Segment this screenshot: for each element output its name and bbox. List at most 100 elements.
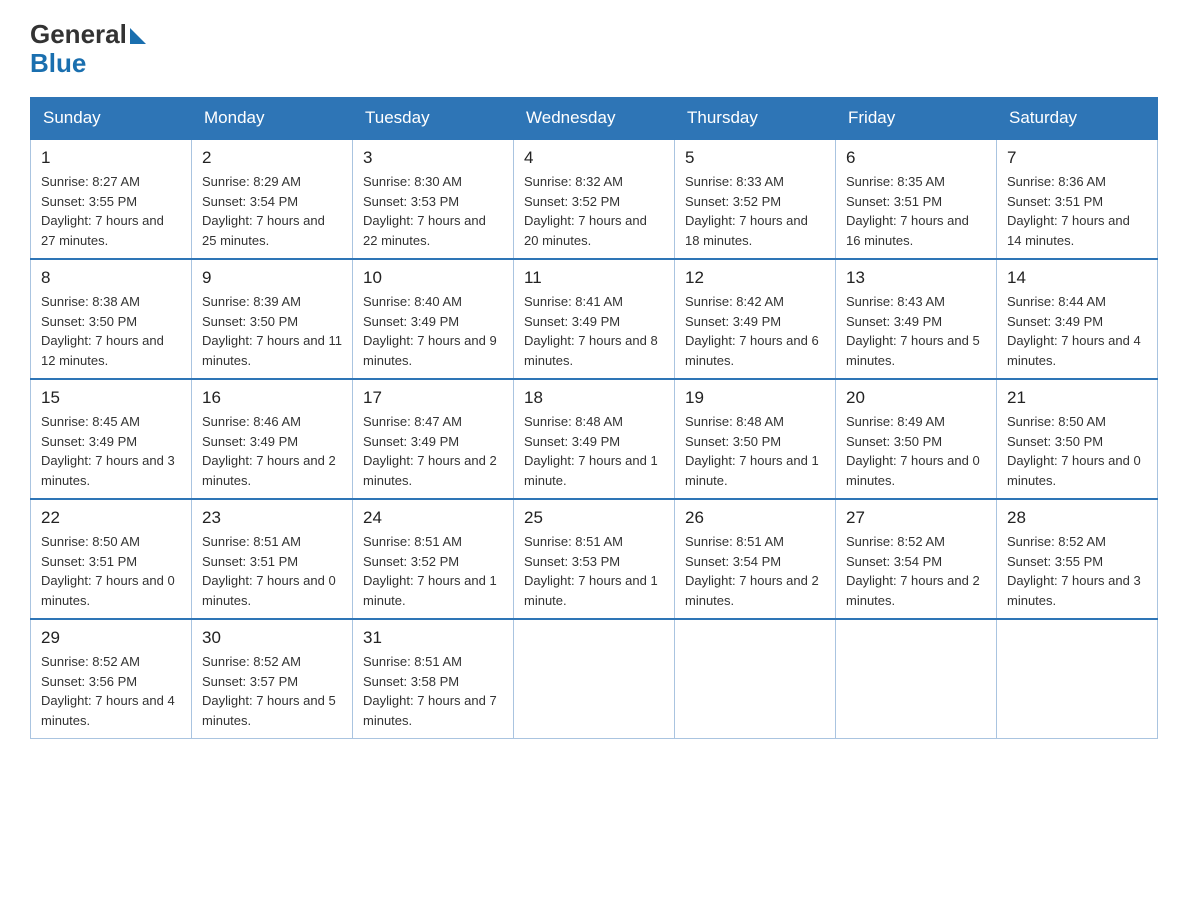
- day-cell-7: 7 Sunrise: 8:36 AM Sunset: 3:51 PM Dayli…: [997, 139, 1158, 259]
- day-number: 17: [363, 388, 503, 408]
- day-number: 1: [41, 148, 181, 168]
- col-header-monday: Monday: [192, 98, 353, 140]
- day-info: Sunrise: 8:51 AM Sunset: 3:51 PM Dayligh…: [202, 532, 342, 610]
- day-number: 24: [363, 508, 503, 528]
- day-cell-15: 15 Sunrise: 8:45 AM Sunset: 3:49 PM Dayl…: [31, 379, 192, 499]
- day-cell-18: 18 Sunrise: 8:48 AM Sunset: 3:49 PM Dayl…: [514, 379, 675, 499]
- day-number: 9: [202, 268, 342, 288]
- page-header: General Blue: [30, 20, 1158, 77]
- day-number: 18: [524, 388, 664, 408]
- day-number: 23: [202, 508, 342, 528]
- day-number: 12: [685, 268, 825, 288]
- day-cell-23: 23 Sunrise: 8:51 AM Sunset: 3:51 PM Dayl…: [192, 499, 353, 619]
- empty-cell: [836, 619, 997, 739]
- col-header-friday: Friday: [836, 98, 997, 140]
- logo: General Blue: [30, 20, 146, 77]
- day-cell-5: 5 Sunrise: 8:33 AM Sunset: 3:52 PM Dayli…: [675, 139, 836, 259]
- day-info: Sunrise: 8:50 AM Sunset: 3:50 PM Dayligh…: [1007, 412, 1147, 490]
- empty-cell: [675, 619, 836, 739]
- day-number: 16: [202, 388, 342, 408]
- empty-cell: [997, 619, 1158, 739]
- day-number: 29: [41, 628, 181, 648]
- day-info: Sunrise: 8:51 AM Sunset: 3:54 PM Dayligh…: [685, 532, 825, 610]
- day-number: 10: [363, 268, 503, 288]
- day-cell-24: 24 Sunrise: 8:51 AM Sunset: 3:52 PM Dayl…: [353, 499, 514, 619]
- day-cell-30: 30 Sunrise: 8:52 AM Sunset: 3:57 PM Dayl…: [192, 619, 353, 739]
- day-info: Sunrise: 8:40 AM Sunset: 3:49 PM Dayligh…: [363, 292, 503, 370]
- day-info: Sunrise: 8:51 AM Sunset: 3:58 PM Dayligh…: [363, 652, 503, 730]
- week-row-3: 15 Sunrise: 8:45 AM Sunset: 3:49 PM Dayl…: [31, 379, 1158, 499]
- empty-cell: [514, 619, 675, 739]
- day-number: 25: [524, 508, 664, 528]
- day-cell-6: 6 Sunrise: 8:35 AM Sunset: 3:51 PM Dayli…: [836, 139, 997, 259]
- day-number: 15: [41, 388, 181, 408]
- week-row-5: 29 Sunrise: 8:52 AM Sunset: 3:56 PM Dayl…: [31, 619, 1158, 739]
- day-info: Sunrise: 8:46 AM Sunset: 3:49 PM Dayligh…: [202, 412, 342, 490]
- day-cell-3: 3 Sunrise: 8:30 AM Sunset: 3:53 PM Dayli…: [353, 139, 514, 259]
- day-cell-2: 2 Sunrise: 8:29 AM Sunset: 3:54 PM Dayli…: [192, 139, 353, 259]
- day-info: Sunrise: 8:36 AM Sunset: 3:51 PM Dayligh…: [1007, 172, 1147, 250]
- calendar-table: SundayMondayTuesdayWednesdayThursdayFrid…: [30, 97, 1158, 739]
- col-header-sunday: Sunday: [31, 98, 192, 140]
- day-cell-19: 19 Sunrise: 8:48 AM Sunset: 3:50 PM Dayl…: [675, 379, 836, 499]
- day-info: Sunrise: 8:33 AM Sunset: 3:52 PM Dayligh…: [685, 172, 825, 250]
- week-row-2: 8 Sunrise: 8:38 AM Sunset: 3:50 PM Dayli…: [31, 259, 1158, 379]
- day-cell-20: 20 Sunrise: 8:49 AM Sunset: 3:50 PM Dayl…: [836, 379, 997, 499]
- day-cell-16: 16 Sunrise: 8:46 AM Sunset: 3:49 PM Dayl…: [192, 379, 353, 499]
- day-cell-28: 28 Sunrise: 8:52 AM Sunset: 3:55 PM Dayl…: [997, 499, 1158, 619]
- day-info: Sunrise: 8:52 AM Sunset: 3:54 PM Dayligh…: [846, 532, 986, 610]
- day-info: Sunrise: 8:41 AM Sunset: 3:49 PM Dayligh…: [524, 292, 664, 370]
- day-number: 26: [685, 508, 825, 528]
- day-number: 27: [846, 508, 986, 528]
- day-cell-11: 11 Sunrise: 8:41 AM Sunset: 3:49 PM Dayl…: [514, 259, 675, 379]
- day-cell-25: 25 Sunrise: 8:51 AM Sunset: 3:53 PM Dayl…: [514, 499, 675, 619]
- day-info: Sunrise: 8:48 AM Sunset: 3:50 PM Dayligh…: [685, 412, 825, 490]
- day-info: Sunrise: 8:27 AM Sunset: 3:55 PM Dayligh…: [41, 172, 181, 250]
- day-cell-31: 31 Sunrise: 8:51 AM Sunset: 3:58 PM Dayl…: [353, 619, 514, 739]
- day-info: Sunrise: 8:47 AM Sunset: 3:49 PM Dayligh…: [363, 412, 503, 490]
- day-number: 13: [846, 268, 986, 288]
- day-info: Sunrise: 8:32 AM Sunset: 3:52 PM Dayligh…: [524, 172, 664, 250]
- logo-general-text: General: [30, 20, 127, 49]
- day-cell-22: 22 Sunrise: 8:50 AM Sunset: 3:51 PM Dayl…: [31, 499, 192, 619]
- day-number: 30: [202, 628, 342, 648]
- day-number: 4: [524, 148, 664, 168]
- day-cell-29: 29 Sunrise: 8:52 AM Sunset: 3:56 PM Dayl…: [31, 619, 192, 739]
- day-info: Sunrise: 8:51 AM Sunset: 3:53 PM Dayligh…: [524, 532, 664, 610]
- day-number: 22: [41, 508, 181, 528]
- day-number: 31: [363, 628, 503, 648]
- day-cell-10: 10 Sunrise: 8:40 AM Sunset: 3:49 PM Dayl…: [353, 259, 514, 379]
- day-info: Sunrise: 8:52 AM Sunset: 3:55 PM Dayligh…: [1007, 532, 1147, 610]
- day-info: Sunrise: 8:39 AM Sunset: 3:50 PM Dayligh…: [202, 292, 342, 370]
- col-header-wednesday: Wednesday: [514, 98, 675, 140]
- day-info: Sunrise: 8:35 AM Sunset: 3:51 PM Dayligh…: [846, 172, 986, 250]
- logo-triangle-icon: [130, 28, 146, 44]
- day-cell-26: 26 Sunrise: 8:51 AM Sunset: 3:54 PM Dayl…: [675, 499, 836, 619]
- day-cell-4: 4 Sunrise: 8:32 AM Sunset: 3:52 PM Dayli…: [514, 139, 675, 259]
- day-info: Sunrise: 8:49 AM Sunset: 3:50 PM Dayligh…: [846, 412, 986, 490]
- day-info: Sunrise: 8:52 AM Sunset: 3:56 PM Dayligh…: [41, 652, 181, 730]
- day-cell-13: 13 Sunrise: 8:43 AM Sunset: 3:49 PM Dayl…: [836, 259, 997, 379]
- day-number: 19: [685, 388, 825, 408]
- week-row-4: 22 Sunrise: 8:50 AM Sunset: 3:51 PM Dayl…: [31, 499, 1158, 619]
- day-info: Sunrise: 8:29 AM Sunset: 3:54 PM Dayligh…: [202, 172, 342, 250]
- day-number: 2: [202, 148, 342, 168]
- day-number: 20: [846, 388, 986, 408]
- day-info: Sunrise: 8:42 AM Sunset: 3:49 PM Dayligh…: [685, 292, 825, 370]
- day-cell-12: 12 Sunrise: 8:42 AM Sunset: 3:49 PM Dayl…: [675, 259, 836, 379]
- day-number: 11: [524, 268, 664, 288]
- col-header-thursday: Thursday: [675, 98, 836, 140]
- day-info: Sunrise: 8:45 AM Sunset: 3:49 PM Dayligh…: [41, 412, 181, 490]
- day-number: 28: [1007, 508, 1147, 528]
- day-cell-17: 17 Sunrise: 8:47 AM Sunset: 3:49 PM Dayl…: [353, 379, 514, 499]
- day-info: Sunrise: 8:38 AM Sunset: 3:50 PM Dayligh…: [41, 292, 181, 370]
- week-row-1: 1 Sunrise: 8:27 AM Sunset: 3:55 PM Dayli…: [31, 139, 1158, 259]
- day-number: 6: [846, 148, 986, 168]
- day-number: 3: [363, 148, 503, 168]
- day-cell-1: 1 Sunrise: 8:27 AM Sunset: 3:55 PM Dayli…: [31, 139, 192, 259]
- logo-blue-text: Blue: [30, 49, 146, 78]
- col-header-tuesday: Tuesday: [353, 98, 514, 140]
- day-cell-9: 9 Sunrise: 8:39 AM Sunset: 3:50 PM Dayli…: [192, 259, 353, 379]
- day-info: Sunrise: 8:52 AM Sunset: 3:57 PM Dayligh…: [202, 652, 342, 730]
- day-cell-21: 21 Sunrise: 8:50 AM Sunset: 3:50 PM Dayl…: [997, 379, 1158, 499]
